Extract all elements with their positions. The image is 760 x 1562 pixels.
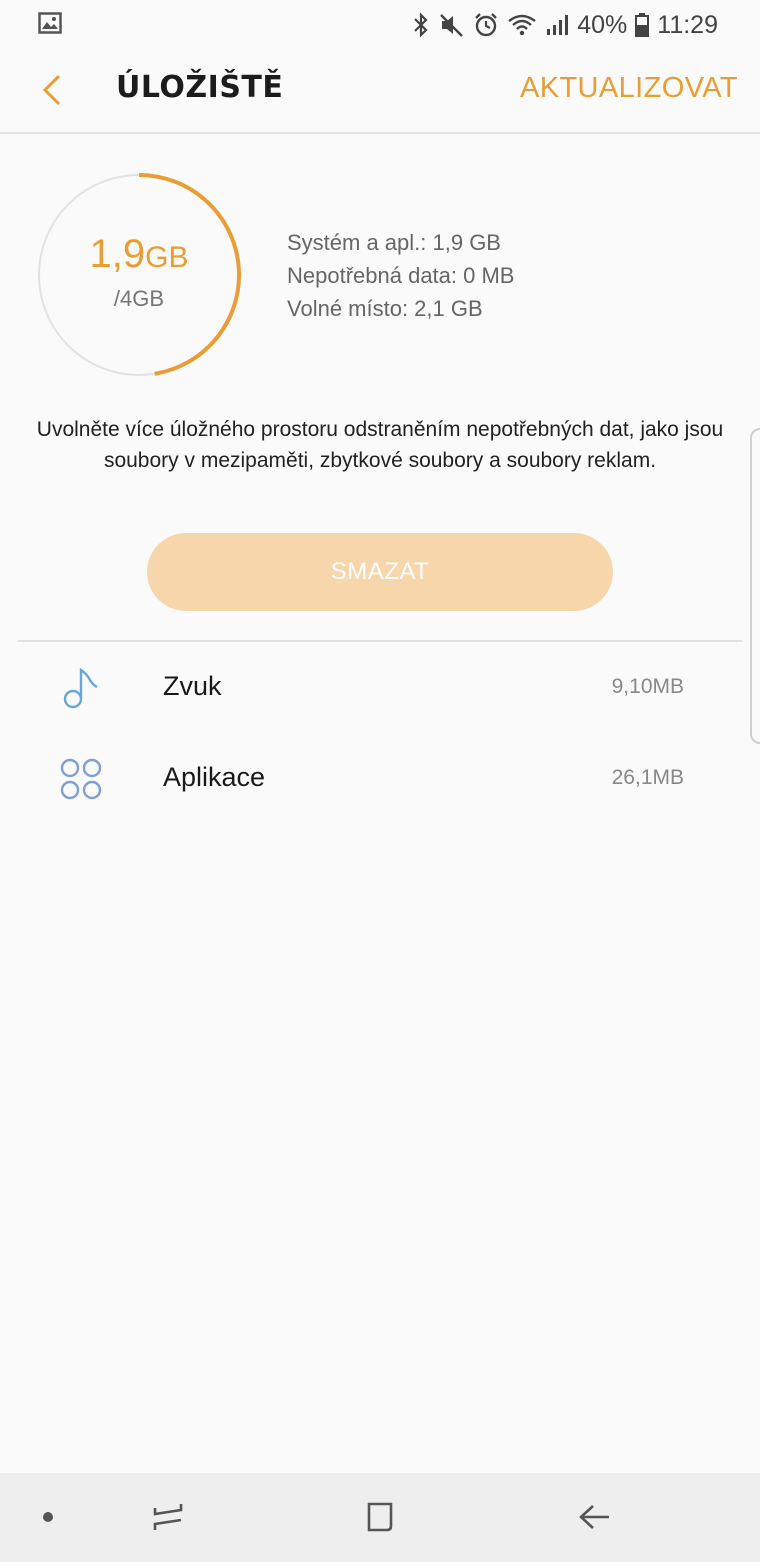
recents-button[interactable] [146, 1495, 190, 1539]
edge-panel-handle[interactable] [750, 428, 760, 744]
clean-button[interactable]: SMAZAT [147, 533, 613, 611]
battery-icon [635, 13, 650, 37]
home-button[interactable] [358, 1495, 402, 1539]
apps-icon [60, 758, 102, 800]
detail-system-apps: Systém a apl.: 1,9 GB [287, 230, 501, 255]
chevron-left-icon [42, 74, 61, 106]
dot-icon [43, 1512, 53, 1522]
bluetooth-icon [411, 12, 431, 38]
clock: 11:29 [657, 10, 718, 39]
clean-description: Uvolněte více úložného prostoru odstraně… [36, 418, 724, 472]
detail-free-space: Volné místo: 2,1 GB [287, 296, 483, 321]
used-value: 1,9 [89, 232, 146, 276]
list-item-label: Zvuk [163, 671, 222, 701]
list-item-label: Aplikace [163, 762, 266, 792]
wifi-icon [507, 13, 537, 37]
app-header: ÚLOŽIŠTĚ AKTUALIZOVAT [0, 50, 760, 134]
dot-button[interactable] [26, 1495, 70, 1539]
signal-icon [545, 13, 569, 37]
storage-details: Systém a apl.: 1,9 GB Nepotřebná data: 0… [287, 226, 514, 325]
alarm-icon [473, 12, 499, 38]
back-nav-button[interactable] [572, 1495, 616, 1539]
gallery-icon [38, 11, 62, 39]
back-arrow-icon [579, 1505, 609, 1529]
music-note-icon [63, 667, 98, 709]
back-button[interactable] [30, 68, 74, 112]
list-item-size: 9,10MB [611, 675, 684, 698]
recents-icon [153, 1504, 183, 1530]
page-title: ÚLOŽIŠTĚ [116, 70, 284, 105]
storage-ring: 1,9GB /4GB [37, 173, 241, 377]
refresh-button[interactable]: AKTUALIZOVAT [520, 72, 738, 105]
list-item-size: 26,1MB [611, 766, 684, 789]
list-item-apps[interactable]: Aplikace 26,1MB [0, 734, 760, 822]
detail-junk-data: Nepotřebná data: 0 MB [287, 263, 515, 288]
battery-percent: 40% [577, 10, 628, 39]
used-unit: GB [145, 241, 189, 274]
navigation-bar [0, 1473, 760, 1562]
list-item-sound[interactable]: Zvuk 9,10MB [0, 643, 760, 731]
total-capacity: /4GB [113, 286, 165, 311]
status-bar: 40% 11:29 [0, 0, 760, 50]
home-icon [367, 1502, 393, 1532]
divider [18, 640, 742, 642]
mute-icon [439, 12, 465, 38]
